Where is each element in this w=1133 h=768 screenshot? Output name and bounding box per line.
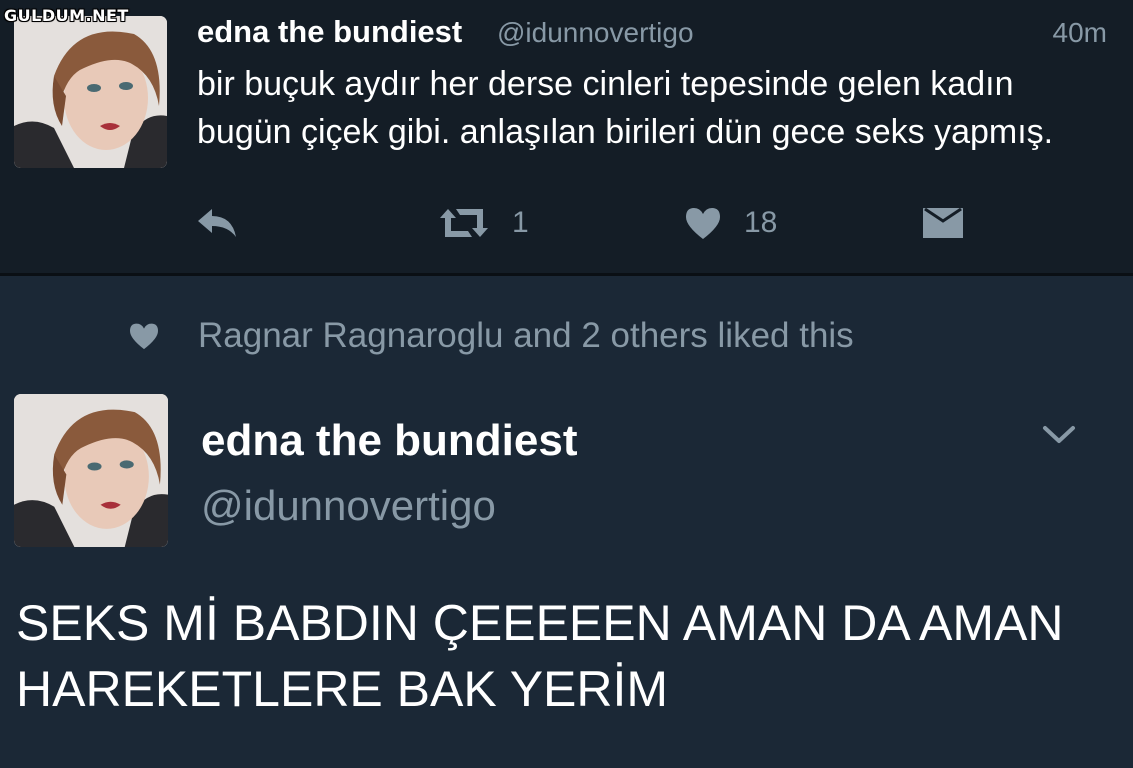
social-context[interactable]: Ragnar Ragnaroglu and 2 others liked thi… [128,316,854,356]
timestamp[interactable]: 40m [1053,17,1107,49]
heart-icon [686,208,720,239]
author-handle[interactable]: @idunnovertigo [201,482,496,530]
direct-message-button[interactable] [922,198,964,248]
tweet-text: SEKS Mİ BABDIN ÇEEEEEN AMAN DA AMAN HARE… [16,595,1064,717]
like-button[interactable]: 18 [684,198,777,248]
heart-icon [130,323,158,350]
author-name[interactable]: edna the bundiest [201,416,577,466]
retweet-icon [440,209,488,237]
watermark-logo: GULDUM.NET [4,6,129,25]
reply-icon [198,209,236,237]
avatar[interactable] [14,16,167,168]
avatar[interactable] [14,394,168,547]
like-count: 18 [744,206,778,239]
retweet-button[interactable]: 1 [438,198,529,248]
tweet-card-expanded[interactable]: Ragnar Ragnaroglu and 2 others liked thi… [0,276,1133,768]
tweet-text: bir buçuk aydır her derse cinleri tepesi… [197,65,1054,151]
chevron-down-icon [1043,426,1075,443]
retweet-count: 1 [512,206,529,239]
author-handle[interactable]: @idunnovertigo [497,17,694,49]
tweet-menu-button[interactable] [1042,424,1076,451]
social-context-text: Ragnar Ragnaroglu and 2 others liked thi… [198,316,854,355]
reply-button[interactable] [196,198,238,248]
envelope-icon [923,207,963,238]
tweet-card[interactable]: edna the bundiest @idunnovertigo 40m bir… [0,0,1133,273]
author-name[interactable]: edna the bundiest [197,14,462,50]
